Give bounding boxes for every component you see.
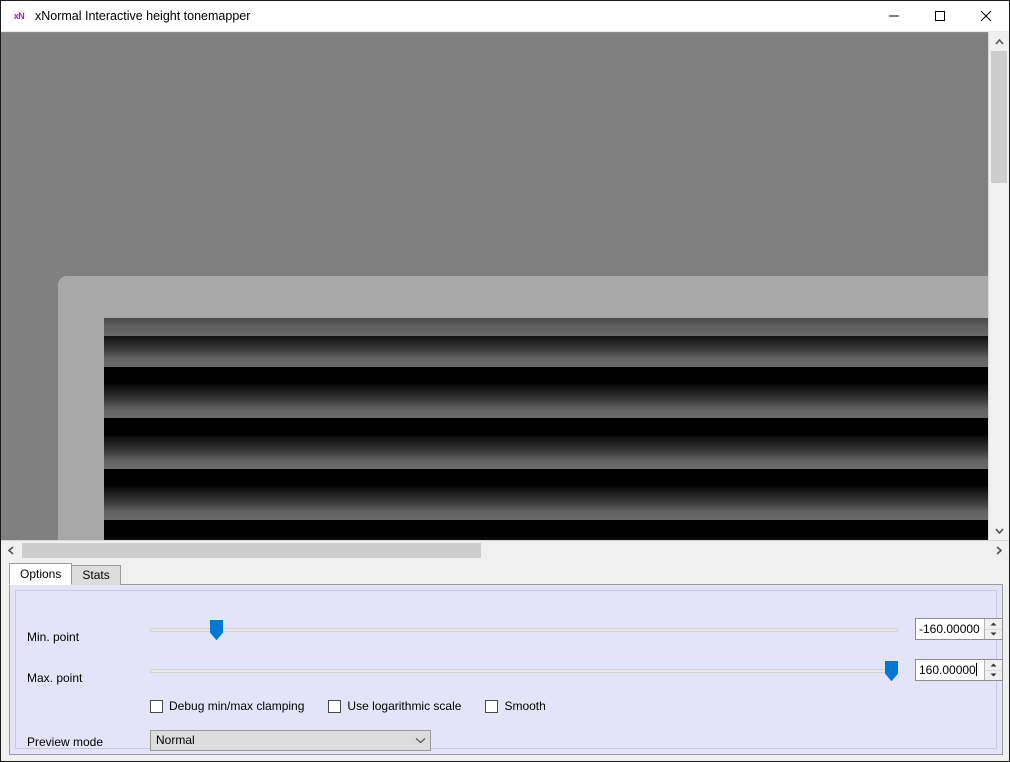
viewport-region: [1, 32, 1009, 540]
preview-mode-label: Preview mode: [27, 735, 104, 749]
min-point-value[interactable]: -160.00000: [916, 619, 984, 639]
vertical-scrollbar-thumb[interactable]: [991, 51, 1007, 183]
checkbox-smooth-box[interactable]: [485, 699, 499, 713]
min-point-spinner[interactable]: -160.00000: [915, 618, 1003, 640]
preview-mode-dropdown[interactable]: Normal: [150, 730, 431, 751]
min-point-label: Min. point: [27, 630, 80, 644]
spinner-down-icon: [990, 673, 997, 677]
min-point-increment-button[interactable]: [985, 619, 1002, 630]
xnormal-app-icon: xN: [13, 11, 25, 21]
min-point-slider[interactable]: [150, 617, 898, 641]
checkbox-debug-clamping-label: Debug min/max clamping: [169, 699, 305, 713]
spinner-up-icon: [990, 663, 997, 667]
horizontal-scrollbar[interactable]: [1, 540, 1009, 560]
scroll-right-button[interactable]: [989, 541, 1009, 560]
slider-thumb-icon: [885, 661, 898, 681]
tab-strip: Options Stats: [9, 563, 121, 585]
title-bar: xN xNormal Interactive height tonemapper: [1, 1, 1009, 32]
maximize-icon: [935, 11, 945, 21]
tab-content-inner: Min. point -160.00000 Max. point 160.000…: [15, 590, 1003, 751]
max-point-value[interactable]: 160.00000: [916, 660, 984, 680]
minimize-icon: [889, 15, 899, 17]
checkbox-smooth[interactable]: Smooth: [485, 699, 546, 713]
checkbox-debug-clamping[interactable]: Debug min/max clamping: [150, 699, 304, 713]
scroll-down-button[interactable]: [989, 521, 1009, 540]
chevron-left-icon: [8, 546, 14, 555]
window-controls: [871, 1, 1009, 31]
min-point-slider-thumb[interactable]: [210, 620, 223, 640]
max-point-decrement-button[interactable]: [985, 670, 1002, 680]
checkbox-logarithmic-scale[interactable]: Use logarithmic scale: [328, 699, 461, 713]
max-point-label: Max. point: [27, 671, 83, 685]
spinner-up-icon: [990, 622, 997, 626]
chevron-up-icon: [994, 38, 1004, 45]
vertical-scrollbar[interactable]: [988, 32, 1009, 540]
horizontal-scrollbar-thumb[interactable]: [22, 543, 481, 558]
height-map-preview-top-band: [104, 318, 988, 336]
checkbox-logarithmic-scale-label: Use logarithmic scale: [347, 699, 462, 713]
max-point-slider-track[interactable]: [150, 669, 898, 673]
app-window: xN xNormal Interactive height tonemapper: [0, 0, 1010, 762]
chevron-down-icon: [994, 527, 1004, 534]
max-point-slider-thumb[interactable]: [885, 661, 898, 681]
chevron-down-icon: [410, 737, 430, 744]
max-point-spinner[interactable]: 160.00000: [915, 659, 1003, 681]
scroll-left-button[interactable]: [1, 541, 21, 560]
scroll-up-button[interactable]: [989, 32, 1009, 51]
min-point-decrement-button[interactable]: [985, 629, 1002, 639]
tab-content-options: Min. point -160.00000 Max. point 160.000…: [9, 584, 1003, 755]
height-map-viewport[interactable]: [1, 32, 988, 540]
maximize-button[interactable]: [917, 1, 963, 31]
close-icon: [980, 10, 992, 22]
preview-mode-value: Normal: [156, 733, 195, 747]
max-point-spin-buttons: [984, 660, 1002, 680]
checkbox-logarithmic-scale-box[interactable]: [328, 699, 342, 713]
height-map-preview-image: [104, 318, 988, 540]
window-title: xNormal Interactive height tonemapper: [35, 9, 251, 23]
checkbox-debug-clamping-box[interactable]: [150, 699, 163, 713]
minimize-button[interactable]: [871, 1, 917, 31]
tab-stats[interactable]: Stats: [71, 565, 121, 585]
options-panel: Options Stats Min. point -160.00000 Max.…: [1, 560, 1009, 761]
max-point-increment-button[interactable]: [985, 660, 1002, 671]
client-area: Options Stats Min. point -160.00000 Max.…: [1, 32, 1009, 761]
tab-options[interactable]: Options: [9, 563, 73, 585]
close-button[interactable]: [963, 1, 1009, 31]
max-point-slider[interactable]: [150, 658, 898, 682]
checkbox-smooth-label: Smooth: [504, 699, 546, 713]
min-point-slider-track[interactable]: [150, 628, 898, 632]
spinner-down-icon: [990, 632, 997, 636]
chevron-right-icon: [996, 546, 1002, 555]
options-checkbox-row: Debug min/max clamping Use logarithmic s…: [150, 699, 570, 713]
min-point-spin-buttons: [984, 619, 1002, 639]
slider-thumb-icon: [210, 620, 223, 640]
